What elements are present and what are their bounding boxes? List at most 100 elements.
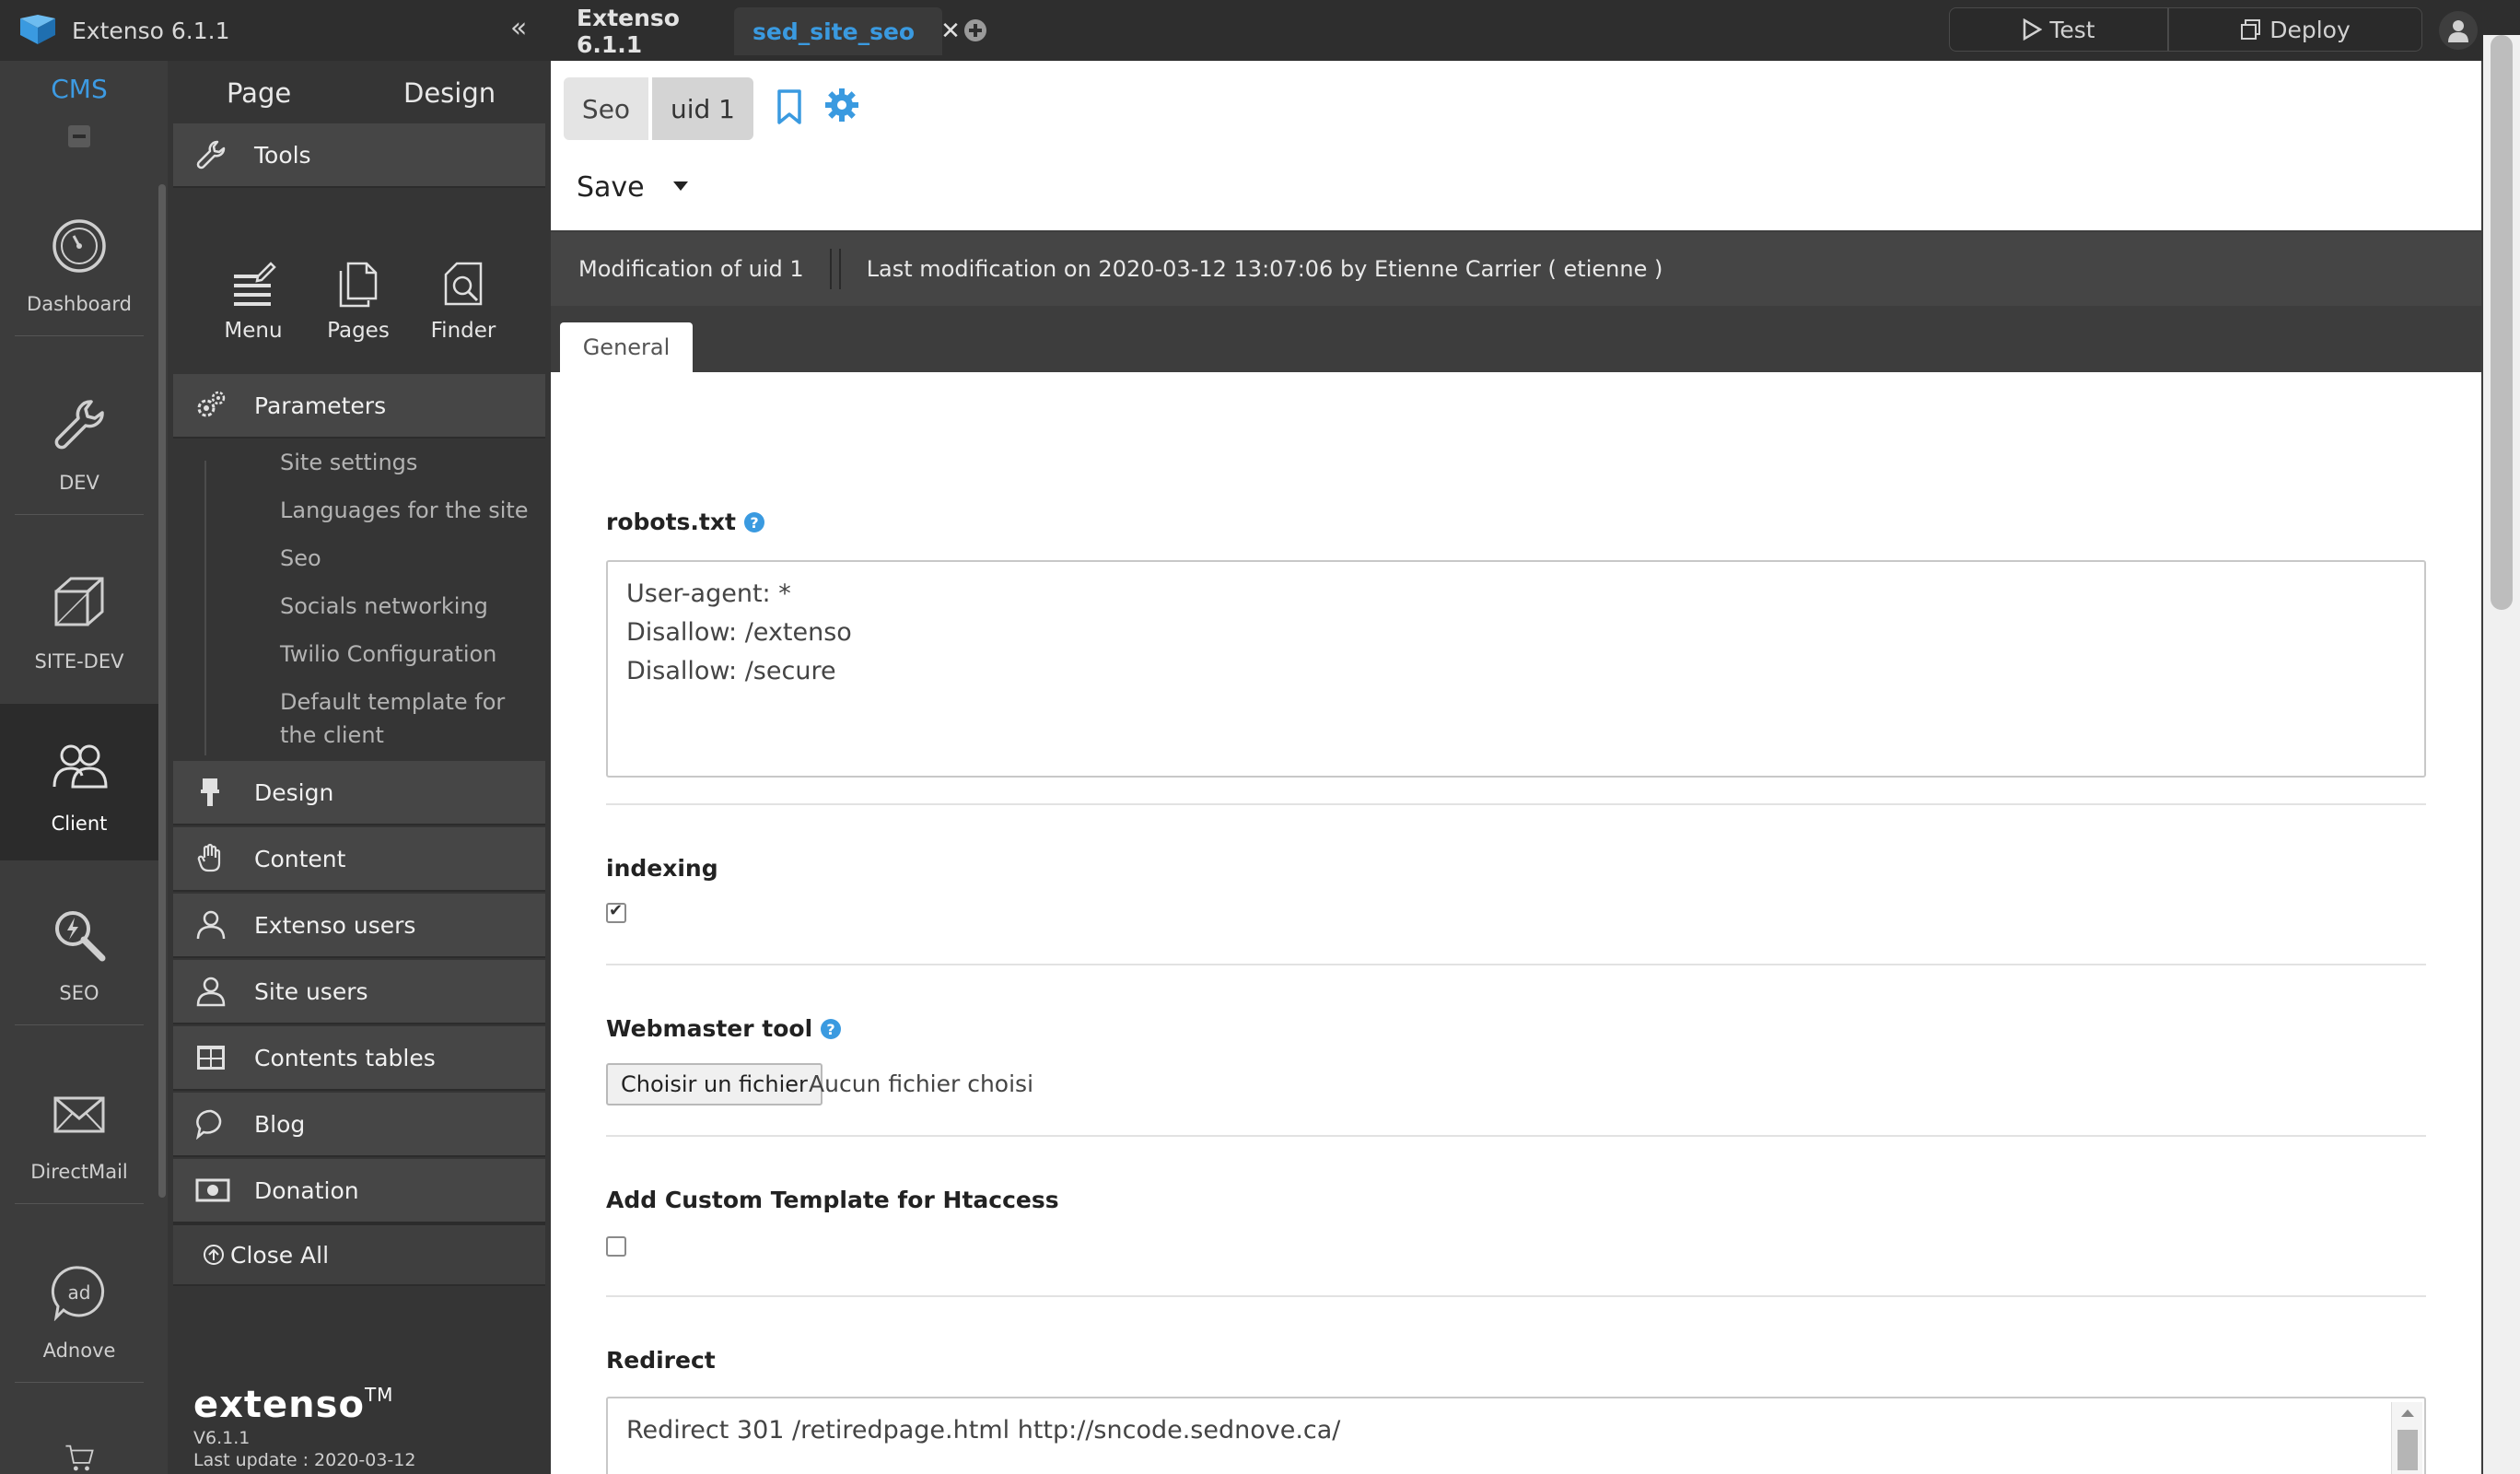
nav-section-parameters[interactable]: Parameters — [173, 374, 545, 439]
submenu-item-twilio[interactable]: Twilio Configuration — [280, 638, 547, 671]
deploy-label: Deploy — [2269, 16, 2351, 43]
page-scroll-thumb[interactable] — [2491, 35, 2513, 610]
close-tab-icon[interactable]: ✕ — [940, 18, 961, 45]
svg-text:?: ? — [827, 1021, 835, 1038]
nav-tab-page[interactable]: Page — [227, 77, 291, 109]
nav-section-label: Content — [254, 845, 346, 872]
tool-menu[interactable]: Menu — [203, 251, 304, 343]
tool-label: Finder — [430, 319, 496, 343]
test-button[interactable]: Test — [1949, 7, 2168, 52]
nav-tabs: Page Design — [168, 61, 551, 123]
nav-section-design[interactable]: Design — [173, 761, 545, 825]
rail-item-label: DirectMail — [30, 1161, 128, 1183]
scroll-up-icon — [2401, 1410, 2414, 1417]
close-all-label: Close All — [230, 1241, 330, 1269]
secondary-nav: Page Design Tools Menu Pages Finder Para… — [168, 61, 551, 1474]
nav-section-tools[interactable]: Tools — [173, 123, 545, 188]
nav-section-contents-tables[interactable]: Contents tables — [173, 1026, 545, 1091]
submenu-item-languages[interactable]: Languages for the site — [280, 494, 547, 527]
webmaster-label: Webmaster tool ? — [606, 1015, 842, 1042]
indexing-checkbox[interactable] — [606, 901, 626, 923]
page-scrollbar[interactable] — [2483, 35, 2520, 1474]
submenu-item-site-settings[interactable]: Site settings — [280, 446, 547, 479]
breadcrumb-uid[interactable]: uid 1 — [652, 77, 753, 140]
mail-icon — [53, 1096, 105, 1133]
rail-item-client[interactable]: Client — [0, 704, 158, 860]
rail-item-site-dev[interactable]: SITE-DEV — [0, 542, 158, 719]
nav-section-label: Tools — [254, 141, 311, 169]
tab-extenso[interactable]: Extenso 6.1.1 — [558, 5, 733, 58]
collapse-rail-icon[interactable] — [68, 125, 90, 147]
wrench-icon — [195, 139, 236, 170]
rail-item-label: DEV — [59, 472, 99, 494]
nav-section-extenso-users[interactable]: Extenso users — [173, 894, 545, 958]
robots-textarea[interactable]: User-agent: * Disallow: /extenso Disallo… — [606, 560, 2426, 778]
tool-pages[interactable]: Pages — [308, 251, 409, 343]
site-user-icon — [195, 976, 236, 1007]
footer-last-update: Last update : 2020-03-12 — [193, 1450, 416, 1470]
hand-icon — [195, 843, 236, 874]
last-modification-text: Last modification on 2020-03-12 13:07:06… — [866, 256, 1663, 282]
tab-sed-site-seo[interactable]: sed_site_seo ✕ — [734, 7, 961, 55]
trademark: TM — [364, 1384, 394, 1406]
pages-icon — [339, 262, 378, 308]
htaccess-label: Add Custom Template for Htaccess — [606, 1187, 1059, 1213]
rail-item-shop[interactable] — [0, 1410, 158, 1474]
rail-item-label: Dashboard — [27, 293, 132, 315]
submenu-item-default-template[interactable]: Default template for the client — [280, 685, 547, 752]
scroll-thumb — [2398, 1430, 2418, 1470]
chevron-down-icon[interactable] — [672, 181, 689, 192]
submenu-item-socials[interactable]: Socials networking — [280, 590, 547, 623]
submenu-item-seo[interactable]: Seo — [280, 542, 547, 575]
help-icon[interactable]: ? — [820, 1018, 842, 1040]
module-rail: CMS Dashboard DEV SITE-DEV Client SEO Di… — [0, 61, 168, 1474]
htaccess-checkbox[interactable] — [606, 1236, 626, 1257]
nav-section-site-users[interactable]: Site users — [173, 960, 545, 1024]
breadcrumb-seo[interactable]: Seo — [564, 77, 648, 140]
app-title: Extenso 6.1.1 — [72, 17, 230, 44]
field-divider — [606, 803, 2426, 805]
gear-icon[interactable] — [823, 87, 860, 123]
svg-text:ad: ad — [68, 1281, 91, 1304]
submenu-guide-line — [204, 461, 206, 755]
nav-section-content[interactable]: Content — [173, 827, 545, 892]
deploy-button[interactable]: Deploy — [2168, 7, 2422, 52]
nav-section-label: Contents tables — [254, 1044, 436, 1071]
tool-label: Menu — [224, 319, 283, 343]
tools-grid: Menu Pages Finder — [173, 251, 545, 368]
nav-section-blog[interactable]: Blog — [173, 1093, 545, 1157]
brush-icon — [195, 777, 236, 808]
rail-cms-title[interactable]: CMS — [0, 74, 158, 104]
choose-file-button[interactable]: Choisir un fichier — [606, 1063, 822, 1106]
modification-title: Modification of uid 1 — [578, 256, 804, 282]
add-tab-icon[interactable] — [962, 17, 989, 44]
dashboard-icon — [52, 219, 106, 273]
nav-section-label: Extenso users — [254, 911, 416, 939]
rail-scrollbar[interactable] — [158, 184, 166, 1198]
rail-item-label: SITE-DEV — [34, 650, 124, 673]
save-button[interactable]: Save — [577, 171, 645, 204]
brand: Extenso 6.1.1 — [18, 11, 230, 50]
help-icon[interactable]: ? — [743, 511, 765, 533]
menu-edit-icon — [234, 262, 276, 306]
money-icon — [195, 1176, 236, 1204]
nav-section-donation[interactable]: Donation — [173, 1159, 545, 1223]
nav-tab-design[interactable]: Design — [403, 77, 496, 109]
user-avatar-button[interactable] — [2439, 11, 2478, 50]
bookmark-icon[interactable] — [776, 88, 803, 125]
cube-icon — [54, 577, 104, 626]
close-all-button[interactable]: Close All — [173, 1223, 545, 1286]
tool-finder[interactable]: Finder — [413, 251, 514, 343]
redirect-textarea[interactable]: Redirect 301 /retiredpage.html http://sn… — [606, 1397, 2426, 1474]
rail-divider — [15, 1382, 144, 1383]
collapse-sidebar-button[interactable]: « — [510, 13, 527, 44]
rail-item-label: Client — [51, 813, 108, 835]
tab-general[interactable]: General — [560, 322, 693, 372]
rail-divider — [15, 514, 144, 515]
redirect-scrollbar[interactable] — [2391, 1402, 2422, 1474]
copy-icon — [2240, 18, 2262, 41]
seo-icon — [55, 911, 106, 962]
form-content: robots.txt ? User-agent: * Disallow: /ex… — [551, 372, 2481, 1474]
indexing-label: indexing — [606, 855, 718, 882]
info-divider — [829, 249, 841, 289]
